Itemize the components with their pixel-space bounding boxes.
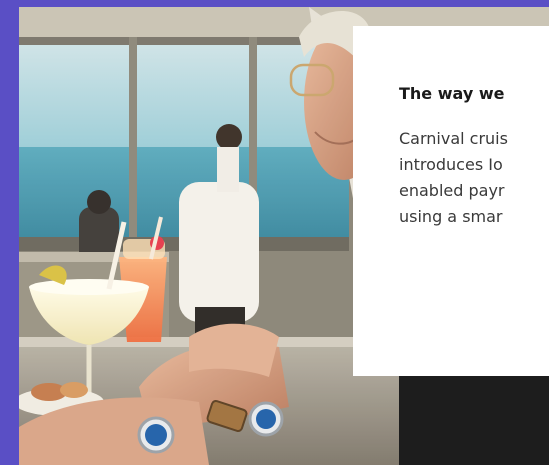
promo-card-body: Carnival cruis introduces Io enabled pay… bbox=[399, 126, 549, 230]
left-accent-band bbox=[0, 0, 19, 465]
promo-card-heading: The way we bbox=[399, 84, 505, 103]
promo-card: The way we Carnival cruis introduces Io … bbox=[353, 26, 549, 376]
top-accent-band bbox=[0, 0, 549, 7]
promo-card-body-line: introduces Io bbox=[399, 155, 503, 174]
promo-card-body-line: Carnival cruis bbox=[399, 129, 508, 148]
promo-card-body-line: enabled payr bbox=[399, 181, 505, 200]
promo-frame: The way we Carnival cruis introduces Io … bbox=[0, 0, 549, 465]
promo-card-body-line: using a smar bbox=[399, 207, 503, 226]
